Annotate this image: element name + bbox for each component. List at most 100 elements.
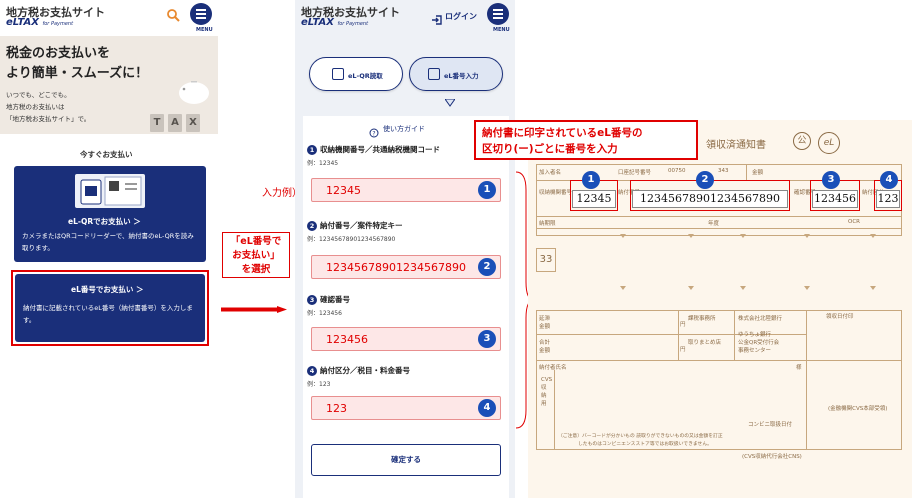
confirm-button[interactable]: 確定する (311, 444, 501, 476)
annotation-line2: 区切り(ー)ごとに番号を入力 (482, 143, 618, 155)
guide-link[interactable]: 使い方ガイド (383, 124, 425, 134)
brand-logo-2[interactable]: eLTAX for Payment (301, 17, 368, 28)
brand-sub: for Payment (42, 21, 74, 27)
hero-sub2: 地方税のお支払いは (6, 103, 65, 111)
tab-pointer-icon (444, 92, 456, 107)
field-3-badge: 3 (478, 330, 496, 348)
login-link[interactable]: ログイン (445, 11, 477, 22)
menu-button[interactable] (190, 3, 212, 25)
slip-bottom-table (536, 310, 902, 450)
slip-bank4-label: 事務センター (738, 348, 772, 354)
slip-due-label: 納期限 (539, 221, 556, 227)
note-line1: 「eL番号で (230, 236, 282, 247)
slip-amount-label: 金額 (752, 170, 764, 176)
login-icon[interactable] (431, 11, 443, 25)
note-line2: お支払い」 (232, 250, 280, 261)
qr-card-title: eL-QRでお支払い ＞ (68, 217, 141, 226)
number-input-screen: 地方税お支払サイト eLTAX for Payment ログイン MENU eL… (295, 0, 515, 498)
help-icon[interactable]: ? (369, 123, 379, 138)
tab-qr-label: eL-QR読取 (348, 72, 383, 80)
slip-payer-label: 納付者氏名 (539, 365, 567, 371)
field-2-input[interactable]: 12345678901234567890 2 (311, 255, 501, 279)
slip-num-33: 33 (536, 248, 556, 272)
slip-yen-2: 円 (680, 347, 686, 353)
number-pad-icon (428, 68, 440, 80)
pay-now-heading: 今すぐお支払い (80, 150, 133, 159)
hero-line2: より簡単・スムーズに！ (6, 66, 149, 81)
note-line3: を選択 (241, 264, 271, 275)
field-4-label: 納付区分／税目・料金番号 (320, 366, 410, 375)
menu-label-2: MENU (493, 27, 510, 33)
slip-bank-label: 株式会社北陸銀行 (738, 316, 783, 322)
field-2-number: 2 (307, 221, 317, 231)
qr-code-icon (332, 68, 344, 80)
qr-pay-card[interactable]: eL-QRでお支払い ＞ カメラまたはQRコードリーダーで、納付書のeL-QRを… (14, 166, 206, 262)
svg-text:?: ? (372, 131, 375, 138)
field-1-number: 1 (307, 145, 317, 155)
slip-office2-label: 取りまとめ店 (688, 340, 722, 346)
payment-slip: 領収済通知書 公 eL 加入者名 口座記号番号 00750 343 金額 収納機… (528, 120, 912, 498)
slip-date-stamp-label: 領収日付印 (826, 314, 854, 320)
field-4-badge: 4 (478, 399, 496, 417)
slip-title: 領収済通知書 (706, 140, 766, 151)
field-4-value: 123 (326, 402, 347, 415)
field-3-input[interactable]: 123456 3 (311, 327, 501, 351)
slip-badge-1: 1 (582, 171, 600, 189)
tab-qr-scan[interactable]: eL-QR読取 (309, 57, 403, 91)
field-2-badge: 2 (478, 258, 496, 276)
slip-badge-3: 3 (822, 171, 840, 189)
brand-logo[interactable]: eLTAX for Payment (6, 17, 73, 28)
slip-ocr-label: OCR (848, 219, 860, 225)
hero-sub3: 「地方税お支払サイト」で。 (6, 115, 91, 123)
tax-block-a: A (168, 114, 182, 132)
slip-account-num2: 343 (718, 168, 729, 174)
slip-bank2-label: ゆうちょ銀行 (738, 332, 772, 338)
tax-block-x: X (186, 114, 200, 132)
field-3-example: 例：123456 (307, 310, 342, 317)
tab-num-label: eL番号入力 (444, 72, 479, 80)
field-1-example: 例：12345 (307, 160, 339, 167)
slip-badge-2: 2 (696, 171, 714, 189)
slip-note-1: （ご注意）バーコードが分かいもの 読取りができないものの又は金額を訂正 (558, 434, 723, 439)
field-2: 2 納付番号／案件特定キー 例：12345678901234567890 (307, 220, 403, 243)
field-3-value: 123456 (326, 333, 368, 346)
slip-cvs-bottom: (CVS収納代行会社CNS) (742, 454, 802, 460)
field-1-badge: 1 (478, 181, 496, 199)
field-1: 1 収納機関番号／共通納税機関コード 例：12345 (307, 144, 440, 167)
field-1-value: 12345 (326, 184, 361, 197)
slip-payee: 加入者名 (539, 170, 562, 176)
field-4: 4 納付区分／税目・料金番号 例：123 (307, 365, 410, 388)
slip-sama: 様 (796, 365, 802, 371)
num-card-title: eL番号でお支払い ＞ (71, 285, 144, 294)
field-4-number: 4 (307, 366, 317, 376)
field-3-number: 3 (307, 295, 317, 305)
field-2-label: 納付番号／案件特定キー (320, 221, 403, 230)
slip-yen-1: 円 (680, 322, 686, 328)
piggy-bank-icon (176, 76, 212, 106)
hero-sub1: いつでも、どこでも。 (6, 91, 71, 99)
slip-cvs-label: CVS収納用 (541, 377, 553, 407)
brand-main: eLTAX (6, 17, 39, 28)
search-icon[interactable] (166, 7, 180, 22)
annotation-box: 納付書に印字されているeL番号の 区切り(ー)ごとに番号を入力 (474, 120, 698, 160)
public-stamp-icon: 公 (793, 132, 811, 150)
right-arrow-icon (221, 298, 287, 313)
tax-blocks: T A X (150, 114, 210, 134)
slip-late-label: 延滞金額 (539, 316, 551, 330)
field-4-example: 例：123 (307, 381, 331, 388)
tax-block-t: T (150, 114, 164, 132)
home-screen: 地方税お支払サイト eLTAX for Payment MENU 税金のお支払い… (0, 0, 218, 498)
field-4-input[interactable]: 123 4 (311, 396, 501, 420)
field-1-input[interactable]: 12345 1 (311, 178, 501, 202)
tab-number-input[interactable]: eL番号入力 (409, 57, 503, 91)
menu-button-2[interactable] (487, 3, 509, 25)
field-2-example: 例：12345678901234567890 (307, 236, 396, 243)
menu-label: MENU (196, 27, 213, 33)
field-2-value: 12345678901234567890 (326, 261, 466, 274)
number-form: ? 使い方ガイド 1 収納機関番号／共通納税機関コード 例：12345 12345… (303, 116, 509, 498)
qr-illustration (75, 174, 145, 208)
annotation-line1: 納付書に印字されているeL番号の (482, 127, 643, 139)
number-pay-card[interactable]: eL番号でお支払い ＞ 納付書に記載されているeL番号（納付書番号）を入力します… (15, 274, 205, 342)
input-header: 地方税お支払サイト eLTAX for Payment ログイン MENU (295, 0, 515, 44)
brand-sub-2: for Payment (337, 21, 369, 27)
